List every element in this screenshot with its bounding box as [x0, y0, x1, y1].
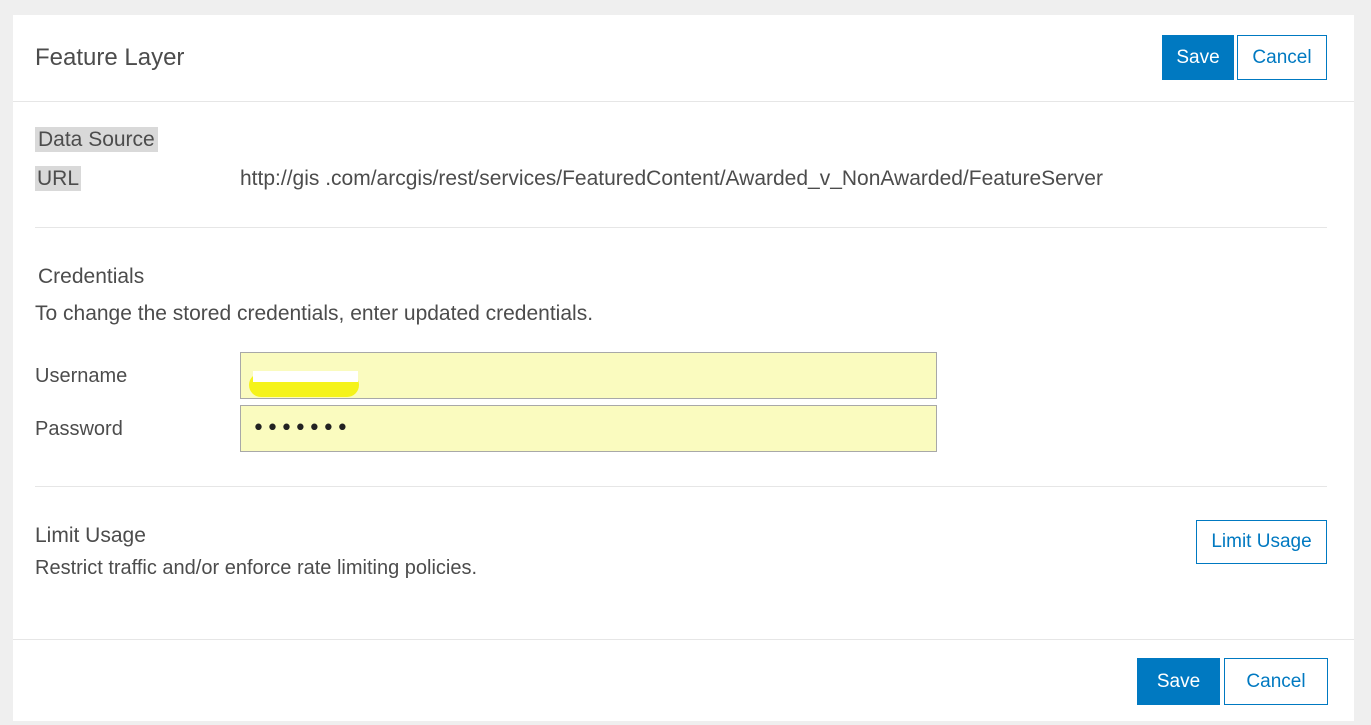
- url-value: http://gis .com/arcgis/rest/services/Fea…: [240, 167, 1103, 190]
- password-label: Password: [35, 418, 123, 440]
- panel-footer: Save Cancel: [13, 639, 1354, 722]
- url-label: URL: [35, 166, 82, 191]
- page-title: Feature Layer: [35, 44, 185, 71]
- save-button[interactable]: Save: [1162, 35, 1234, 80]
- feature-layer-panel: Feature Layer Save Cancel Data Source UR…: [13, 15, 1354, 721]
- panel-header: Feature Layer Save Cancel: [13, 15, 1354, 102]
- cancel-button[interactable]: Cancel: [1237, 35, 1327, 80]
- limit-usage-heading: Limit Usage: [35, 524, 146, 547]
- footer-cancel-button[interactable]: Cancel: [1224, 658, 1328, 705]
- username-label: Username: [35, 365, 128, 387]
- data-source-heading: Data Source: [35, 127, 158, 152]
- section-divider: [35, 227, 1327, 228]
- password-field[interactable]: •••••••: [240, 405, 937, 452]
- footer-save-button[interactable]: Save: [1137, 658, 1220, 705]
- limit-usage-button[interactable]: Limit Usage: [1196, 520, 1327, 564]
- password-value: •••••••: [252, 416, 350, 441]
- credentials-heading: Credentials: [38, 265, 145, 288]
- credentials-description: To change the stored credentials, enter …: [35, 302, 594, 325]
- section-divider: [35, 486, 1327, 487]
- redaction-mark: [253, 371, 358, 382]
- limit-usage-description: Restrict traffic and/or enforce rate lim…: [35, 557, 478, 579]
